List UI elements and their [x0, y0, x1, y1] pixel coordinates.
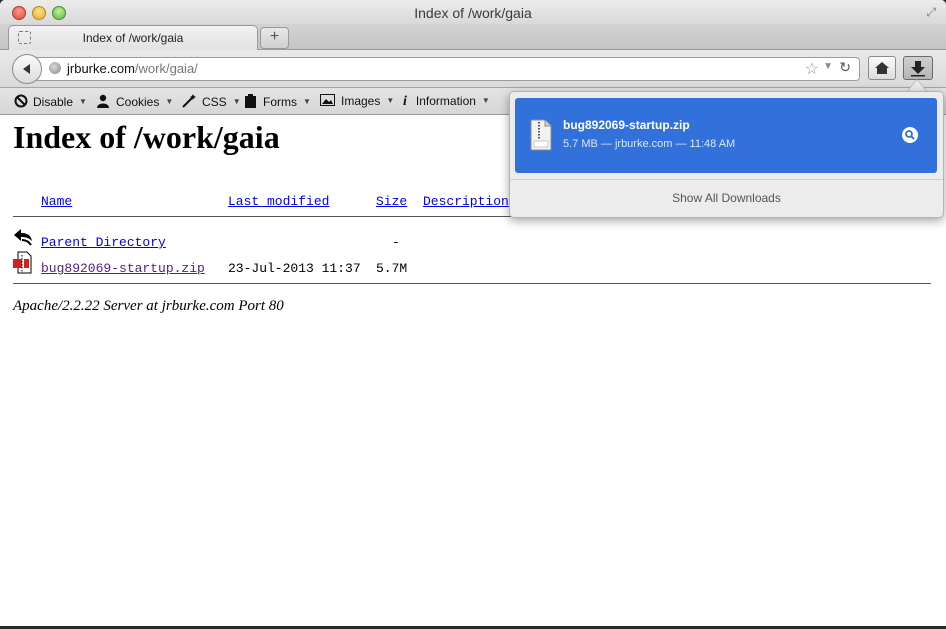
- back-button[interactable]: [12, 54, 42, 84]
- url-host: jrburke.com: [67, 61, 135, 76]
- parent-directory-link[interactable]: Parent Directory: [41, 235, 166, 250]
- magic-wand-icon: [182, 94, 196, 108]
- show-in-finder-button[interactable]: [902, 127, 918, 143]
- url-bar[interactable]: jrburke.com/work/gaia/ ☆ ▼ ↻: [28, 57, 860, 81]
- toolbar-images[interactable]: Images ▼: [320, 94, 394, 108]
- toolbar-disable[interactable]: Disable ▼: [14, 94, 87, 109]
- toolbar-forms[interactable]: Forms ▼: [244, 94, 311, 109]
- url-text: jrburke.com/work/gaia/: [67, 61, 198, 76]
- new-tab-button[interactable]: +: [260, 27, 289, 49]
- bookmark-star-icon[interactable]: ☆: [805, 59, 819, 79]
- history-dropdown-icon[interactable]: ▼: [823, 61, 833, 72]
- back-arrow-icon: [14, 229, 32, 246]
- no-entry-icon: [14, 94, 28, 108]
- download-arrow-icon: [911, 61, 925, 77]
- reload-icon[interactable]: ↻: [839, 59, 851, 76]
- navigation-bar: jrburke.com/work/gaia/ ☆ ▼ ↻: [0, 50, 946, 88]
- toolbar-css[interactable]: CSS ▼: [182, 94, 241, 109]
- server-signature: Apache/2.2.22 Server at jrburke.com Port…: [13, 298, 284, 314]
- toolbar-disable-label: Disable: [33, 95, 74, 109]
- favicon-icon: [18, 31, 31, 44]
- toolbar-information[interactable]: i Information ▼: [403, 94, 490, 110]
- zip-file-size: 5.7M: [376, 261, 408, 276]
- magnifier-icon: [905, 130, 915, 140]
- zip-file-link[interactable]: bug892069-startup.zip: [41, 261, 205, 276]
- info-icon: i: [403, 94, 407, 109]
- download-file-name: bug892069-startup.zip: [563, 118, 690, 132]
- toolbar-cookies-label: Cookies: [116, 95, 160, 109]
- page-title: Index of /work/gaia: [13, 119, 280, 155]
- clipboard-icon: [245, 94, 256, 108]
- toolbar-images-label: Images: [341, 94, 381, 108]
- tab-active[interactable]: Index of /work/gaia: [8, 25, 258, 50]
- tab-label: Index of /work/gaia: [82, 31, 184, 45]
- footer-divider: [13, 283, 931, 284]
- column-header-last-modified[interactable]: Last modified: [228, 194, 329, 209]
- download-status: 5.7 MB — jrburke.com — 11:48 AM: [563, 138, 736, 150]
- zip-file-icon: [530, 119, 552, 151]
- browser-window: Index of /work/gaia ⤢ Index of /work/gai…: [0, 0, 946, 626]
- download-item[interactable]: bug892069-startup.zip 5.7 MB — jrburke.c…: [515, 98, 937, 173]
- parent-directory-size: -: [392, 235, 400, 250]
- home-icon: [875, 62, 889, 74]
- show-all-downloads-button[interactable]: Show All Downloads: [510, 191, 943, 205]
- column-header-description[interactable]: Description: [423, 194, 509, 209]
- tab-strip: Index of /work/gaia +: [0, 24, 946, 50]
- window-title: Index of /work/gaia: [414, 5, 532, 21]
- toolbar-forms-label: Forms: [263, 95, 297, 109]
- home-button[interactable]: [868, 56, 896, 80]
- downloads-panel: bug892069-startup.zip 5.7 MB — jrburke.c…: [509, 91, 944, 218]
- back-arrow-icon: [23, 64, 30, 74]
- site-identity-icon[interactable]: [49, 62, 61, 74]
- zip-file-icon: [13, 251, 32, 274]
- toolbar-cookies[interactable]: Cookies ▼: [96, 94, 173, 109]
- panel-divider: [510, 179, 943, 180]
- title-bar: Index of /work/gaia ⤢: [0, 0, 946, 24]
- zip-file-modified: 23-Jul-2013 11:37: [228, 261, 361, 276]
- image-icon: [320, 94, 335, 106]
- column-header-size[interactable]: Size: [376, 194, 407, 209]
- toolbar-css-label: CSS: [202, 95, 227, 109]
- url-path: /work/gaia/: [134, 61, 198, 76]
- downloads-button[interactable]: [903, 56, 933, 80]
- person-icon: [97, 94, 109, 108]
- fullscreen-icon[interactable]: ⤢: [926, 5, 936, 20]
- column-header-name[interactable]: Name: [41, 194, 72, 209]
- toolbar-information-label: Information: [415, 94, 476, 108]
